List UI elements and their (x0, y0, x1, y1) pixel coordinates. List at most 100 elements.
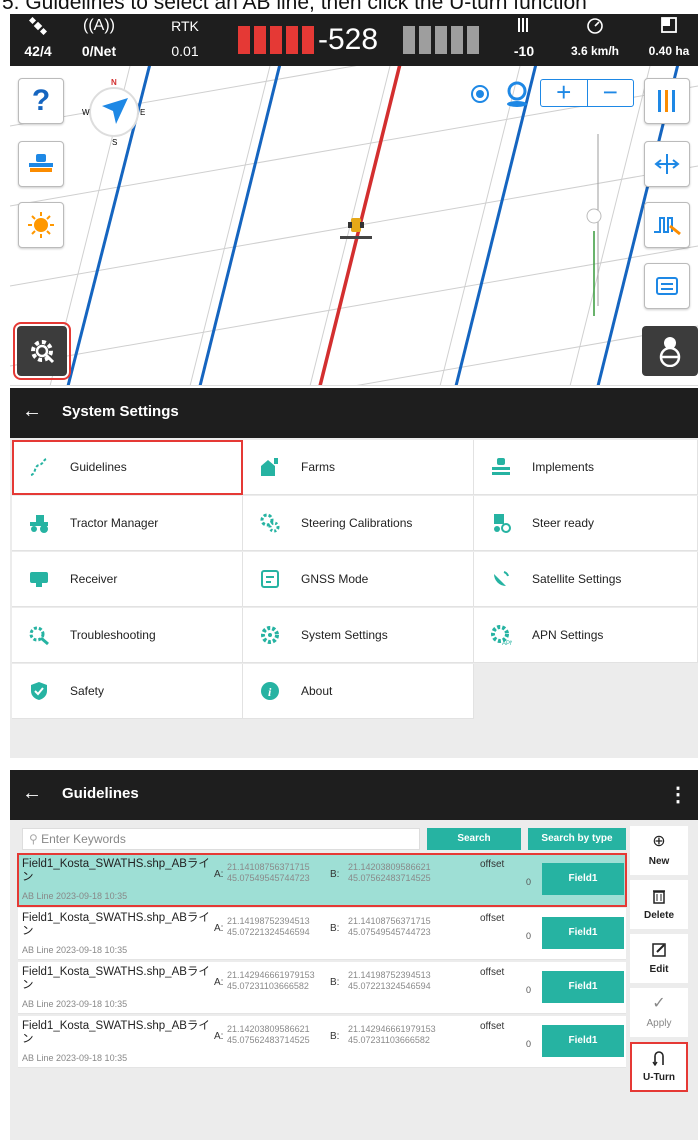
point-a-lon: 21.14108756371715 (227, 862, 310, 872)
list-item[interactable]: Field1_Kosta_SWATHS.shp_ABライン AB Line 20… (18, 1016, 626, 1068)
implement-icon (490, 456, 512, 478)
settings-item-tractor-manager[interactable]: Tractor Manager (12, 496, 243, 551)
implement-view-button[interactable] (18, 141, 64, 187)
settings-item-label: Tractor Manager (70, 516, 159, 530)
settings-item-satellite-settings[interactable]: Satellite Settings (474, 552, 698, 607)
rtk-status[interactable]: RTK 0.01 (160, 14, 210, 66)
zoom-out-button[interactable]: − (586, 79, 634, 106)
network-value: 0/Net (81, 43, 117, 59)
location-pin-icon[interactable] (504, 80, 530, 108)
lightbar: -528 (238, 23, 483, 58)
field-button[interactable]: Field1 (542, 1025, 624, 1057)
settings-item-label: Implements (532, 460, 595, 474)
guideline-name: Field1_Kosta_SWATHS.shp_ABライン (22, 912, 210, 937)
settings-item-apn-settings[interactable]: APN APN Settings (474, 608, 698, 663)
guidelines-title: Guidelines (62, 785, 139, 802)
settings-item-label: Safety (70, 684, 105, 698)
guidance-map[interactable]: ? N W E S + − (10, 66, 698, 386)
lightbar-segment (286, 26, 298, 54)
list-item[interactable]: Field1_Kosta_SWATHS.shp_ABライン AB Line 20… (18, 962, 626, 1014)
screenshot: 5. Guidelines to select an AB line, then… (0, 0, 699, 1140)
settings-item-safety[interactable]: Safety (12, 664, 243, 719)
point-a-label: A: (214, 977, 224, 988)
settings-item-farms[interactable]: Farms (243, 440, 474, 495)
shift-line-button[interactable] (644, 141, 690, 187)
instruction-caption: 5. Guidelines to select an AB line, then… (0, 0, 699, 14)
settings-item-steering-calibrations[interactable]: Steering Calibrations (243, 496, 474, 551)
settings-item-guidelines[interactable]: Guidelines (12, 440, 243, 495)
settings-item-label: System Settings (301, 628, 388, 642)
settings-item-steer-ready[interactable]: Steer ready (474, 496, 698, 551)
guideline-name: Field1_Kosta_SWATHS.shp_ABライン (22, 966, 210, 991)
u-turn-icon (630, 1050, 688, 1070)
switch-line-button[interactable] (644, 263, 690, 309)
question-icon: ? (31, 84, 51, 117)
lightbar-segment (403, 26, 415, 54)
offset-value: 0 (526, 1039, 532, 1049)
point-b-label: B: (330, 1031, 340, 1042)
signal-status[interactable]: -10 (498, 14, 550, 66)
help-button[interactable]: ? (18, 78, 64, 124)
point-b-lon: 21.142946661979153 (348, 1024, 436, 1034)
point-a-lat: 45.07231103666582 (227, 981, 309, 991)
day-night-button[interactable] (18, 202, 64, 248)
guidelines-screen: ← Guidelines ⋮ ⚲ Enter Keywords Search S… (10, 770, 698, 1140)
pattern-button[interactable] (644, 202, 690, 248)
point-b-lon: 21.14108756371715 (348, 916, 431, 926)
edit-button[interactable]: Edit (630, 934, 688, 984)
settings-item-receiver[interactable]: Receiver (12, 552, 243, 607)
back-button[interactable]: ← (22, 401, 42, 421)
new-label: New (648, 856, 670, 867)
apn-icon: APN (490, 624, 512, 646)
list-item[interactable]: Field1_Kosta_SWATHS.shp_ABライン AB Line 20… (17, 853, 627, 907)
field-button[interactable]: Field1 (542, 971, 624, 1003)
field-button[interactable]: Field1 (542, 917, 624, 949)
speed-status[interactable]: 3.6 km/h (555, 14, 635, 66)
more-options-icon[interactable]: ⋮ (668, 782, 688, 807)
settings-item-label: APN Settings (532, 628, 604, 642)
settings-item-label: Satellite Settings (532, 572, 622, 586)
speedometer-icon (555, 17, 635, 40)
layers-button[interactable] (644, 78, 690, 124)
settings-item-label: GNSS Mode (301, 572, 369, 586)
point-a-lat: 45.07221324546594 (227, 927, 310, 937)
list-item[interactable]: Field1_Kosta_SWATHS.shp_ABライン AB Line 20… (18, 908, 626, 960)
point-b-lon: 21.14203809586621 (348, 862, 431, 872)
gear-icon (259, 624, 281, 646)
new-button[interactable]: ⊕ New (630, 826, 688, 876)
compass-east: E (140, 108, 146, 117)
point-a-label: A: (214, 1031, 224, 1042)
area-status[interactable]: 0.40 ha (640, 14, 698, 66)
apply-button[interactable]: ✓ Apply (630, 988, 688, 1038)
settings-item-about[interactable]: i About (243, 664, 474, 719)
settings-item-label: Guidelines (70, 460, 127, 474)
point-a-lon: 21.14203809586621 (227, 1024, 310, 1034)
field-button[interactable]: Field1 (542, 863, 624, 895)
point-b-lat: 45.07562483714525 (348, 873, 431, 883)
switch-icon (656, 277, 678, 295)
point-b-label: B: (330, 977, 340, 988)
receiver-icon (28, 568, 50, 590)
search-by-type-button[interactable]: Search by type (528, 828, 626, 850)
lightbar-segment (467, 26, 479, 54)
wave-pattern-icon (654, 217, 681, 236)
settings-item-gnss-mode[interactable]: GNSS Mode (243, 552, 474, 607)
search-input[interactable]: ⚲ Enter Keywords (22, 828, 420, 850)
back-button[interactable]: ← (22, 783, 42, 803)
settings-gear-icon (31, 340, 55, 364)
search-button[interactable]: Search (427, 828, 521, 850)
delete-button[interactable]: Delete (630, 880, 688, 930)
settings-item-implements[interactable]: Implements (474, 440, 698, 495)
locate-icon[interactable] (468, 82, 492, 106)
settings-button[interactable] (13, 322, 71, 380)
steering-driver-icon (659, 337, 681, 367)
lightbar-segment (451, 26, 463, 54)
network-status[interactable]: ((A)) 0/Net (68, 14, 130, 66)
satellite-status[interactable]: 42/4 (10, 14, 66, 66)
guideline-date: AB Line 2023-09-18 10:35 (22, 891, 128, 901)
settings-item-system-settings[interactable]: System Settings (243, 608, 474, 663)
autosteer-button[interactable] (642, 326, 698, 376)
settings-item-troubleshooting[interactable]: Troubleshooting (12, 608, 243, 663)
zoom-in-button[interactable]: + (541, 79, 587, 106)
u-turn-button[interactable]: U-Turn (630, 1042, 688, 1092)
